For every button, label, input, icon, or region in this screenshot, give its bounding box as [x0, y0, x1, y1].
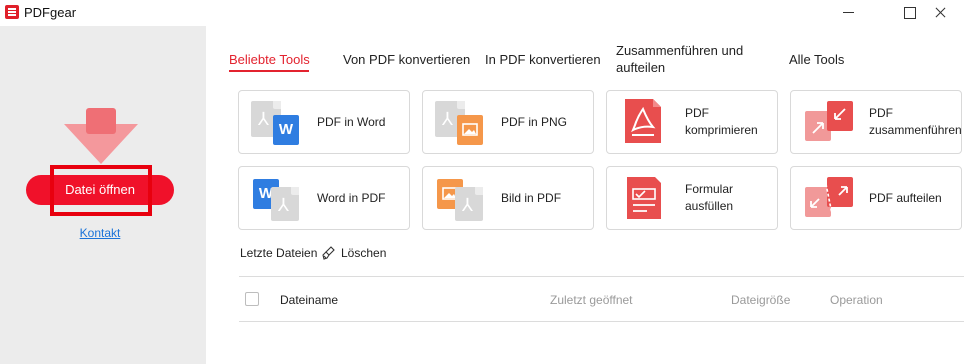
card-label: PDF zusammenführen: [869, 106, 962, 137]
card-label: Word in PDF: [317, 190, 386, 205]
card-label: PDF in Word: [317, 114, 386, 129]
tool-card-pdf-to-word[interactable]: ⅄ W PDF in Word: [238, 90, 410, 154]
tool-card-split-pdf[interactable]: PDF aufteilen: [790, 166, 962, 230]
recent-files-title: Letzte Dateien: [240, 246, 318, 260]
pdf-to-png-icon: ⅄: [435, 99, 487, 145]
title-bar: PDFgear: [0, 0, 964, 26]
tool-card-word-to-pdf[interactable]: W ⅄ Word in PDF: [238, 166, 410, 230]
tab-merge-split[interactable]: Zusammenführen und aufteilen: [616, 42, 766, 76]
split-pdf-icon: [803, 175, 855, 221]
card-label: Bild in PDF: [501, 190, 562, 205]
tab-convert-from-pdf[interactable]: Von PDF konvertieren: [343, 51, 470, 68]
app-logo-icon: [5, 5, 19, 19]
tool-tabs: Beliebte Tools Von PDF konvertieren In P…: [220, 40, 964, 80]
tool-card-merge-pdf[interactable]: PDF zusammenführen: [790, 90, 962, 154]
card-label: Formular ausfüllen: [685, 182, 734, 213]
tool-card-pdf-to-png[interactable]: ⅄ PDF in PNG: [422, 90, 594, 154]
tab-convert-to-pdf[interactable]: In PDF konvertieren: [485, 51, 601, 68]
contact-link[interactable]: Kontakt: [0, 226, 200, 240]
close-icon[interactable]: [917, 0, 963, 26]
minimize-icon[interactable]: [826, 0, 872, 26]
app-title: PDFgear: [24, 5, 77, 20]
open-file-button[interactable]: Datei öffnen: [26, 175, 174, 205]
card-label: PDF komprimieren: [685, 106, 758, 137]
compress-pdf-icon: [619, 99, 671, 145]
card-label: PDF in PNG: [501, 114, 568, 129]
word-to-pdf-icon: W ⅄: [251, 175, 303, 221]
tab-all-tools[interactable]: Alle Tools: [789, 51, 844, 68]
merge-pdf-icon: [803, 99, 855, 145]
fill-form-icon: [619, 175, 671, 221]
column-header-last-opened[interactable]: Zuletzt geöffnet: [550, 293, 633, 307]
tab-popular-tools[interactable]: Beliebte Tools: [229, 51, 310, 68]
clear-recent-button[interactable]: Löschen: [341, 246, 386, 260]
tool-card-compress-pdf[interactable]: PDF komprimieren: [606, 90, 778, 154]
broom-icon[interactable]: [322, 246, 336, 260]
card-label: PDF aufteilen: [869, 190, 942, 205]
image-to-pdf-icon: ⅄: [435, 175, 487, 221]
active-tab-indicator: [229, 70, 309, 72]
tool-card-image-to-pdf[interactable]: ⅄ Bild in PDF: [422, 166, 594, 230]
divider: [239, 276, 964, 277]
column-header-operation: Operation: [830, 293, 883, 307]
sidebar: Datei öffnen Kontakt: [0, 26, 206, 364]
select-all-checkbox[interactable]: [245, 292, 259, 306]
tool-card-fill-form[interactable]: Formular ausfüllen: [606, 166, 778, 230]
pdf-to-word-icon: ⅄ W: [251, 99, 303, 145]
download-arrow-icon: [64, 108, 138, 174]
column-header-filename[interactable]: Dateiname: [280, 293, 338, 307]
divider: [239, 321, 964, 322]
column-header-file-size[interactable]: Dateigröße: [731, 293, 790, 307]
